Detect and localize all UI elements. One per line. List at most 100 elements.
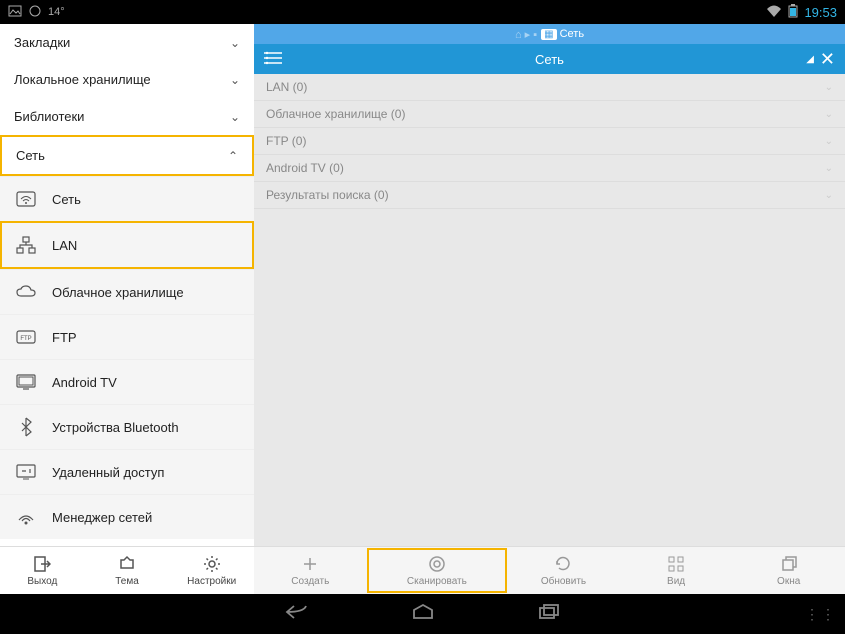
bluetooth-icon	[14, 417, 38, 437]
chevron-down-icon: ⌄	[825, 109, 833, 120]
shield-icon	[28, 4, 42, 21]
recent-button[interactable]	[536, 603, 562, 626]
scan-icon	[428, 554, 446, 574]
view-button[interactable]: Вид	[620, 554, 733, 587]
title-bar: Сеть ◢ ✕	[254, 44, 845, 74]
item-label: Облачное хранилище	[52, 285, 184, 300]
section-label: Закладки	[14, 35, 70, 50]
toolbar-label: Тема	[115, 576, 139, 587]
remote-icon	[14, 462, 38, 482]
sidebar: Закладки ⌄ Локальное хранилище ⌄ Библиот…	[0, 24, 254, 594]
section-label: Локальное хранилище	[14, 72, 151, 87]
cloud-icon	[14, 282, 38, 302]
resize-icon[interactable]: ◢	[806, 54, 814, 65]
sidebar-section-local[interactable]: Локальное хранилище ⌄	[0, 61, 254, 98]
create-button[interactable]: Создать	[254, 554, 367, 587]
close-icon[interactable]: ✕	[820, 49, 835, 70]
temperature-label: 14°	[48, 6, 65, 18]
category-label: Облачное хранилище (0)	[266, 107, 405, 121]
sidebar-item-cloud[interactable]: Облачное хранилище	[0, 269, 254, 314]
theme-button[interactable]: Тема	[85, 554, 170, 587]
sidebar-section-bookmarks[interactable]: Закладки ⌄	[0, 24, 254, 61]
category-cloud[interactable]: Облачное хранилище (0) ⌄	[254, 101, 845, 128]
windows-icon	[780, 554, 798, 574]
status-bar: 14° 19:53	[0, 0, 845, 24]
breadcrumb-icons: ⌂ ▸ ▪	[515, 28, 537, 41]
chevron-down-icon: ⌄	[825, 190, 833, 201]
toolbar-label: Окна	[777, 576, 800, 587]
item-label: Android TV	[52, 375, 117, 390]
refresh-button[interactable]: Обновить	[507, 554, 620, 587]
category-label: Android TV (0)	[266, 161, 344, 175]
tv-icon	[14, 372, 38, 392]
breadcrumb-badge-icon: ▦	[541, 29, 556, 40]
toolbar-label: Выход	[27, 576, 57, 587]
chevron-down-icon: ⌄	[230, 36, 240, 50]
back-button[interactable]	[284, 603, 310, 626]
item-label: Сеть	[52, 192, 81, 207]
chevron-down-icon: ⌄	[825, 163, 833, 174]
breadcrumb-label: Сеть	[560, 28, 584, 40]
exit-button[interactable]: Выход	[0, 554, 85, 587]
ftp-icon: FTP	[14, 327, 38, 347]
menu-icon[interactable]	[264, 49, 282, 70]
exit-icon	[33, 554, 51, 574]
toolbar-label: Сканировать	[407, 576, 467, 587]
item-label: LAN	[52, 238, 77, 253]
sidebar-item-androidtv[interactable]: Android TV	[0, 359, 254, 404]
windows-button[interactable]: Окна	[732, 554, 845, 587]
wifi-icon	[766, 4, 782, 21]
chevron-down-icon: ⌄	[230, 110, 240, 124]
category-label: FTP (0)	[266, 134, 306, 148]
toolbar-label: Вид	[667, 576, 685, 587]
android-nav-bar: ⋮⋮	[0, 594, 845, 634]
item-label: Устройства Bluetooth	[52, 420, 179, 435]
sidebar-item-network[interactable]: Сеть	[0, 176, 254, 221]
sidebar-item-netmgr[interactable]: Менеджер сетей	[0, 494, 254, 539]
chevron-down-icon: ⌄	[230, 73, 240, 87]
sidebar-item-lan[interactable]: LAN	[0, 221, 254, 269]
item-label: FTP	[52, 330, 77, 345]
page-title: Сеть	[535, 52, 564, 67]
section-label: Сеть	[16, 148, 45, 163]
chevron-down-icon: ⌄	[825, 82, 833, 93]
category-label: LAN (0)	[266, 80, 307, 94]
grid-icon	[667, 554, 685, 574]
chevron-down-icon: ⌄	[825, 136, 833, 147]
net-mgr-icon	[14, 507, 38, 527]
item-label: Удаленный доступ	[52, 465, 164, 480]
sidebar-section-library[interactable]: Библиотеки ⌄	[0, 98, 254, 135]
image-icon	[8, 4, 22, 21]
category-ftp[interactable]: FTP (0) ⌄	[254, 128, 845, 155]
settings-button[interactable]: Настройки	[169, 554, 254, 587]
breadcrumb[interactable]: ⌂ ▸ ▪ ▦ Сеть	[254, 24, 845, 44]
item-label: Менеджер сетей	[52, 510, 152, 525]
sidebar-item-bluetooth[interactable]: Устройства Bluetooth	[0, 404, 254, 449]
toolbar-label: Обновить	[541, 576, 586, 587]
wifi-box-icon	[14, 189, 38, 209]
toolbar-label: Создать	[291, 576, 329, 587]
chevron-up-icon: ⌃	[228, 149, 238, 163]
sidebar-item-remote[interactable]: Удаленный доступ	[0, 449, 254, 494]
theme-icon	[118, 554, 136, 574]
category-search[interactable]: Результаты поиска (0) ⌄	[254, 182, 845, 209]
toolbar-label: Настройки	[187, 576, 236, 587]
category-lan[interactable]: LAN (0) ⌄	[254, 74, 845, 101]
sidebar-item-ftp[interactable]: FTP FTP	[0, 314, 254, 359]
sidebar-section-network[interactable]: Сеть ⌃	[0, 135, 254, 176]
category-androidtv[interactable]: Android TV (0) ⌄	[254, 155, 845, 182]
main-toolbar: Создать Сканировать Обновить Вид Окна	[254, 546, 845, 594]
plus-icon	[301, 554, 319, 574]
main-panel: ⌂ ▸ ▪ ▦ Сеть Сеть ◢ ✕ LAN (0) ⌄ Облачное…	[254, 24, 845, 594]
lan-icon	[14, 235, 38, 255]
refresh-icon	[554, 554, 572, 574]
clock-label: 19:53	[804, 5, 837, 20]
category-label: Результаты поиска (0)	[266, 188, 389, 202]
nav-dots-icon[interactable]: ⋮⋮	[805, 606, 837, 623]
home-button[interactable]	[410, 603, 436, 626]
battery-icon	[788, 4, 798, 21]
sidebar-toolbar: Выход Тема Настройки	[0, 546, 254, 594]
gear-icon	[203, 554, 221, 574]
svg-text:FTP: FTP	[20, 336, 31, 342]
scan-button[interactable]: Сканировать	[367, 548, 508, 593]
